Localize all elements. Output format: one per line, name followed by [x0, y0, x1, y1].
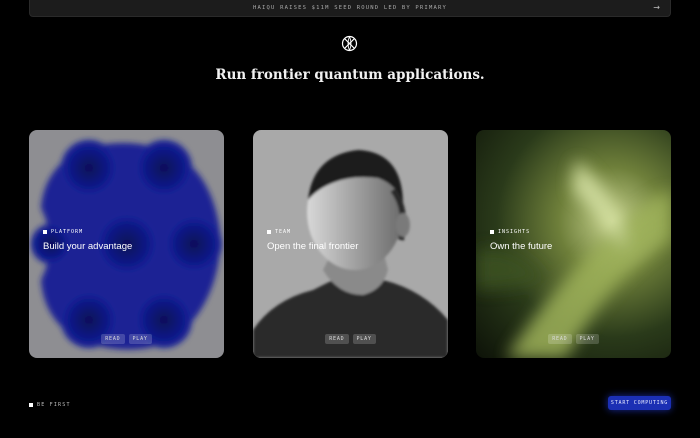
announcement-bar[interactable]: HAIQU RAISES $11M SEED ROUND LED BY PRIM…: [29, 0, 671, 17]
start-computing-button[interactable]: START COMPUTING: [608, 396, 671, 410]
card-title[interactable]: Build your advantage: [43, 241, 132, 252]
card-actions: READ PLAY: [29, 334, 224, 344]
read-button[interactable]: READ: [325, 334, 349, 344]
announcement-text[interactable]: HAIQU RAISES $11M SEED ROUND LED BY PRIM…: [253, 5, 447, 11]
card-team[interactable]: TEAM Open the final frontier READ PLAY: [253, 130, 448, 358]
square-icon: [43, 230, 47, 234]
play-button[interactable]: PLAY: [128, 334, 152, 344]
square-icon: [29, 403, 33, 407]
card-title[interactable]: Open the final frontier: [267, 241, 358, 252]
quantum-logo-icon[interactable]: [341, 35, 358, 52]
card-title[interactable]: Own the future: [490, 241, 552, 252]
card-platform[interactable]: PLATFORM Build your advantage READ PLAY: [29, 130, 224, 358]
read-button[interactable]: READ: [548, 334, 572, 344]
card-tag: TEAM: [267, 229, 291, 235]
card-tag-label: TEAM: [275, 229, 292, 235]
square-icon: [267, 230, 271, 234]
be-first-label[interactable]: BE FIRST: [37, 402, 71, 408]
card-actions: READ PLAY: [253, 334, 448, 344]
card-insights[interactable]: INSIGHTS Own the future READ PLAY: [476, 130, 671, 358]
square-icon: [490, 230, 494, 234]
read-button[interactable]: READ: [101, 334, 125, 344]
play-button[interactable]: PLAY: [352, 334, 376, 344]
card-actions: READ PLAY: [476, 334, 671, 344]
card-tag-label: INSIGHTS: [498, 229, 531, 235]
card-tag-label: PLATFORM: [51, 229, 84, 235]
card-tag: INSIGHTS: [490, 229, 530, 235]
arrow-right-icon[interactable]: →: [653, 3, 660, 12]
play-button[interactable]: PLAY: [575, 334, 599, 344]
be-first-link[interactable]: BE FIRST: [29, 402, 71, 408]
page-headline: Run frontier quantum applications.: [215, 67, 485, 83]
card-tag: PLATFORM: [43, 229, 83, 235]
